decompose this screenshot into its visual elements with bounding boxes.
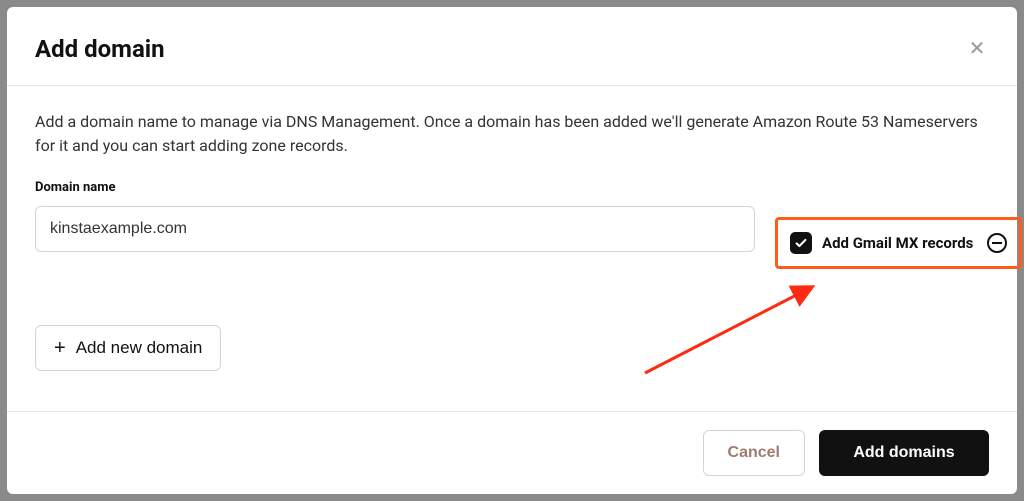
modal-header: Add domain ✕ [7, 7, 1017, 86]
domain-row: Add Gmail MX records [35, 203, 989, 255]
cancel-button[interactable]: Cancel [703, 430, 805, 476]
modal-body: Add a domain name to manage via DNS Mana… [7, 86, 1017, 411]
gmail-mx-checkbox[interactable] [790, 232, 812, 254]
modal-title: Add domain [35, 35, 165, 63]
gmail-mx-option: Add Gmail MX records [775, 217, 1022, 269]
close-icon: ✕ [969, 38, 986, 60]
add-new-domain-button[interactable]: + Add new domain [35, 325, 221, 371]
modal-description: Add a domain name to manage via DNS Mana… [35, 110, 989, 158]
domain-name-input[interactable] [35, 206, 755, 252]
gmail-mx-label: Add Gmail MX records [822, 234, 973, 252]
modal-footer: Cancel Add domains [7, 411, 1017, 494]
add-domain-modal: Add domain ✕ Add a domain name to manage… [7, 7, 1017, 494]
plus-icon: + [54, 338, 66, 358]
remove-domain-button[interactable] [987, 233, 1007, 253]
close-button[interactable]: ✕ [965, 37, 989, 61]
domain-name-label: Domain name [35, 180, 989, 195]
checkmark-icon [794, 236, 808, 250]
add-domains-button[interactable]: Add domains [819, 430, 989, 476]
add-new-domain-label: Add new domain [76, 338, 203, 358]
